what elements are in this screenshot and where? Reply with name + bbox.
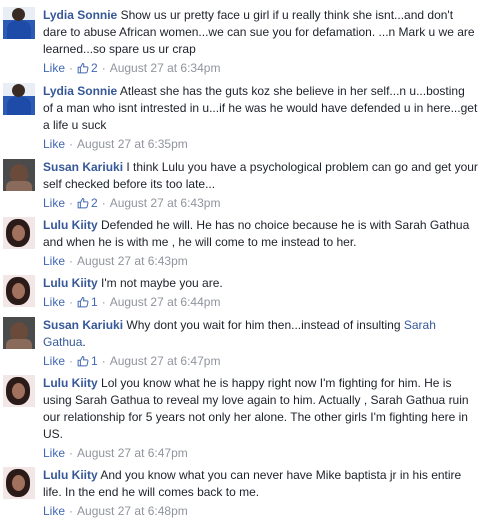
separator: · — [69, 295, 74, 309]
avatar[interactable] — [3, 275, 35, 307]
avatar[interactable] — [3, 317, 35, 349]
comment-body-end: . — [82, 335, 86, 349]
separator: · — [69, 137, 74, 151]
like-button[interactable]: Like — [43, 446, 65, 460]
like-button[interactable]: Like — [43, 137, 65, 151]
comment-text: Lulu Kiity And you know what you can nev… — [43, 467, 478, 501]
like-count[interactable]: 2 — [77, 61, 98, 75]
timestamp[interactable]: August 27 at 6:34pm — [110, 61, 221, 75]
separator: · — [69, 354, 74, 368]
separator: · — [69, 196, 74, 210]
comment-meta: Like · August 27 at 6:48pm — [43, 502, 478, 520]
author-name[interactable]: Susan Kariuki — [43, 318, 123, 332]
like-count[interactable]: 1 — [77, 354, 98, 368]
comment-meta: Like · 2 · August 27 at 6:43pm — [43, 194, 478, 212]
timestamp[interactable]: August 27 at 6:44pm — [110, 295, 221, 309]
separator: · — [69, 61, 74, 75]
timestamp[interactable]: August 27 at 6:48pm — [77, 504, 188, 518]
author-name[interactable]: Lulu Kiity — [43, 218, 98, 232]
separator: · — [69, 446, 74, 460]
avatar[interactable] — [3, 7, 35, 39]
comment-meta: Like · 2 · August 27 at 6:34pm — [43, 59, 478, 77]
thumbs-up-icon — [77, 198, 89, 209]
like-button[interactable]: Like — [43, 61, 65, 75]
comment-text: Susan Kariuki Why dont you wait for him … — [43, 317, 478, 351]
separator: · — [101, 354, 106, 368]
timestamp[interactable]: August 27 at 6:47pm — [110, 354, 221, 368]
author-name[interactable]: Lulu Kiity — [43, 468, 98, 482]
author-name[interactable]: Lulu Kiity — [43, 376, 98, 390]
timestamp[interactable]: August 27 at 6:47pm — [77, 446, 188, 460]
like-count[interactable]: 2 — [77, 196, 98, 210]
comment-body: I'm not maybe you are. — [101, 276, 223, 290]
like-button[interactable]: Like — [43, 295, 65, 309]
comment-body: Why dont you wait for him then...instead… — [126, 318, 401, 332]
timestamp[interactable]: August 27 at 6:43pm — [77, 254, 188, 268]
author-name[interactable]: Susan Kariuki — [43, 160, 123, 174]
separator: · — [69, 504, 74, 518]
comment-meta: Like · August 27 at 6:35pm — [43, 135, 478, 153]
comment-text: Susan Kariuki I think Lulu you have a ps… — [43, 159, 478, 193]
like-button[interactable]: Like — [43, 254, 65, 268]
like-button[interactable]: Like — [43, 354, 65, 368]
comment-body: Defended he will. He has no choice becau… — [43, 218, 470, 249]
separator: · — [101, 61, 106, 75]
avatar[interactable] — [3, 159, 35, 191]
comment-meta: Like · 1 · August 27 at 6:44pm — [43, 293, 478, 311]
like-button[interactable]: Like — [43, 504, 65, 518]
separator: · — [101, 295, 106, 309]
avatar[interactable] — [3, 83, 35, 115]
author-name[interactable]: Lydia Sonnie — [43, 8, 117, 22]
comment-body: And you know what you can never have Mik… — [43, 468, 462, 499]
comment-body: Lol you know what he is happy right now … — [43, 376, 469, 441]
timestamp[interactable]: August 27 at 6:35pm — [77, 137, 188, 151]
like-count[interactable]: 1 — [77, 295, 98, 309]
author-name[interactable]: Lydia Sonnie — [43, 84, 117, 98]
comment-meta: Like · August 27 at 6:47pm — [43, 444, 478, 462]
comment-text: Lulu Kiity I'm not maybe you are. — [43, 275, 478, 292]
comment-text: Lulu Kiity Defended he will. He has no c… — [43, 217, 478, 251]
avatar[interactable] — [3, 217, 35, 249]
comment-text: Lulu Kiity Lol you know what he is happy… — [43, 375, 478, 443]
thumbs-up-icon — [77, 297, 89, 308]
like-button[interactable]: Like — [43, 196, 65, 210]
avatar[interactable] — [3, 375, 35, 407]
separator: · — [101, 196, 106, 210]
thumbs-up-icon — [77, 63, 89, 74]
author-name[interactable]: Lulu Kiity — [43, 276, 98, 290]
avatar[interactable] — [3, 467, 35, 499]
comment-meta: Like · August 27 at 6:43pm — [43, 252, 478, 270]
timestamp[interactable]: August 27 at 6:43pm — [110, 196, 221, 210]
separator: · — [69, 254, 74, 268]
comment-text: Lydia Sonnie Show us ur pretty face u gi… — [43, 7, 478, 58]
comment-thread: Lydia Sonnie Show us ur pretty face u gi… — [0, 0, 483, 518]
comment-meta: Like · 1 · August 27 at 6:47pm — [43, 352, 478, 370]
comment-text: Lydia Sonnie Atleast she has the guts ko… — [43, 83, 478, 134]
thumbs-up-icon — [77, 356, 89, 367]
